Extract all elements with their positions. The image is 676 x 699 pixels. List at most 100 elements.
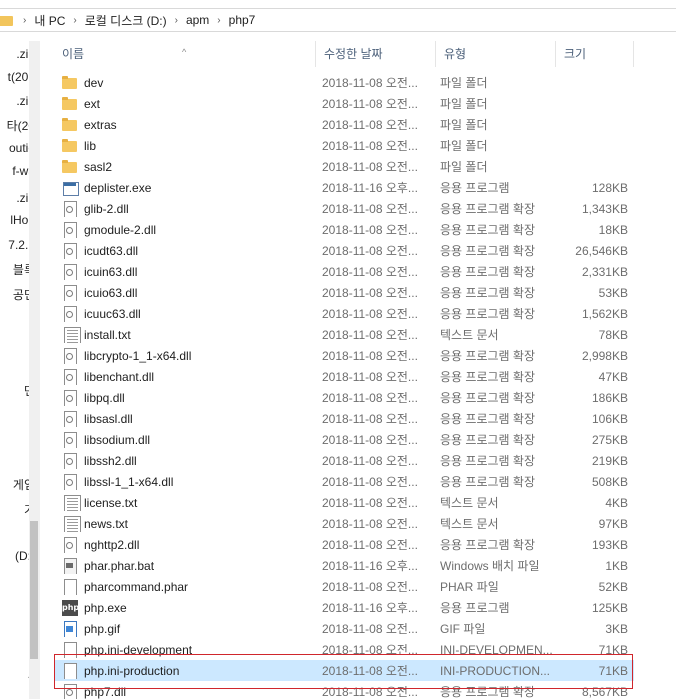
file-type: 응용 프로그램 확장	[440, 685, 535, 699]
file-name-cell[interactable]: news.txt	[54, 515, 316, 532]
column-header-size[interactable]: 크기	[556, 41, 634, 67]
file-row[interactable]: libsasl.dll 2018-11-08 오전... 응용 프로그램 확장 106…	[54, 408, 634, 429]
file-row[interactable]: deplister.exe 2018-11-16 오후... 응용 프로그램 128K…	[54, 177, 634, 198]
file-list[interactable]: dev 2018-11-08 오전... 파일 폴더 ext 2018-11-08 오전…	[54, 72, 634, 699]
chevron-right-icon[interactable]: ›	[175, 15, 178, 26]
file-row[interactable]: php php.exe 2018-11-16 오후... 응용 프로그램 125KB	[54, 597, 634, 618]
chevron-right-icon[interactable]: ›	[73, 15, 76, 26]
file-date: 2018-11-08 오전...	[322, 349, 418, 363]
breadcrumb-item[interactable]: 로컬 디스크 (D:)	[85, 12, 167, 29]
file-size: 1,343KB	[581, 201, 628, 216]
file-name-cell[interactable]: php.gif	[54, 620, 316, 637]
file-row[interactable]: libssl-1_1-x64.dll 2018-11-08 오전... 응용 프로그…	[54, 471, 634, 492]
file-type: 응용 프로그램 확장	[440, 538, 535, 552]
dll-icon	[62, 347, 78, 364]
file-name-cell[interactable]: icuin63.dll	[54, 263, 316, 280]
file-size: 71KB	[598, 663, 628, 678]
file-name: php.gif	[84, 621, 121, 636]
breadcrumb-item[interactable]: 내 PC	[34, 12, 65, 29]
file-name-cell[interactable]: libenchant.dll	[54, 368, 316, 385]
file-row[interactable]: install.txt 2018-11-08 오전... 텍스트 문서 78KB	[54, 324, 634, 345]
file-name-cell[interactable]: php.ini-production	[54, 662, 316, 679]
dll-icon	[62, 431, 78, 448]
file-row[interactable]: nghttp2.dll 2018-11-08 오전... 응용 프로그램 확장 193…	[54, 534, 634, 555]
file-name-cell[interactable]: php.ini-development	[54, 641, 316, 658]
file-date: 2018-11-08 오전...	[322, 307, 418, 321]
file-row[interactable]: sasl2 2018-11-08 오전... 파일 폴더	[54, 156, 634, 177]
file-name-cell[interactable]: pharcommand.phar	[54, 578, 316, 595]
file-row[interactable]: lib 2018-11-08 오전... 파일 폴더	[54, 135, 634, 156]
file-type: 파일 폴더	[440, 118, 488, 132]
chevron-right-icon[interactable]: ›	[217, 15, 220, 26]
file-name-cell[interactable]: ext	[54, 96, 316, 112]
file-row[interactable]: dev 2018-11-08 오전... 파일 폴더	[54, 72, 634, 93]
file-row[interactable]: pharcommand.phar 2018-11-08 오전... PHAR 파일 5…	[54, 576, 634, 597]
file-row[interactable]: extras 2018-11-08 오전... 파일 폴더	[54, 114, 634, 135]
file-row[interactable]: libpq.dll 2018-11-08 오전... 응용 프로그램 확장 186KB	[54, 387, 634, 408]
file-name-cell[interactable]: php php.exe	[54, 599, 316, 616]
file-name-cell[interactable]: libcrypto-1_1-x64.dll	[54, 347, 316, 364]
file-name-cell[interactable]: icuio63.dll	[54, 284, 316, 301]
file-name-cell[interactable]: libsasl.dll	[54, 410, 316, 427]
txt-icon	[62, 326, 81, 343]
file-name-cell[interactable]: libssh2.dll	[54, 452, 316, 469]
file-name-cell[interactable]: sasl2	[54, 159, 316, 175]
file-name-cell[interactable]: extras	[54, 117, 316, 133]
file-name: libpq.dll	[84, 390, 125, 405]
nav-scrollbar-thumb[interactable]	[30, 521, 38, 659]
breadcrumb-item[interactable]: apm	[186, 13, 209, 27]
file-row[interactable]: icuio63.dll 2018-11-08 오전... 응용 프로그램 확장 53K…	[54, 282, 634, 303]
file-row[interactable]: libenchant.dll 2018-11-08 오전... 응용 프로그램 확장…	[54, 366, 634, 387]
file-name-cell[interactable]: glib-2.dll	[54, 200, 316, 217]
file-name: sasl2	[84, 159, 113, 174]
file-name-cell[interactable]: php7.dll	[54, 683, 316, 699]
file-name-cell[interactable]: icudt63.dll	[54, 242, 316, 259]
file-row[interactable]: libssh2.dll 2018-11-08 오전... 응용 프로그램 확장 219…	[54, 450, 634, 471]
file-row[interactable]: license.txt 2018-11-08 오전... 텍스트 문서 4KB	[54, 492, 634, 513]
file-row[interactable]: libsodium.dll 2018-11-08 오전... 응용 프로그램 확장 2…	[54, 429, 634, 450]
file-row[interactable]: php7.dll 2018-11-08 오전... 응용 프로그램 확장 8,567K…	[54, 681, 634, 699]
file-row[interactable]: icuin63.dll 2018-11-08 오전... 응용 프로그램 확장 2,3…	[54, 261, 634, 282]
column-header-name[interactable]: 이름 ^	[54, 41, 316, 67]
file-name-cell[interactable]: lib	[54, 138, 316, 154]
file-row[interactable]: glib-2.dll 2018-11-08 오전... 응용 프로그램 확장 1,34…	[54, 198, 634, 219]
file-name-cell[interactable]: nghttp2.dll	[54, 536, 316, 553]
file-row[interactable]: phar.phar.bat 2018-11-16 오후... Windows 배치 …	[54, 555, 634, 576]
file-row[interactable]: icuuc63.dll 2018-11-08 오전... 응용 프로그램 확장 1,5…	[54, 303, 634, 324]
file-name-cell[interactable]: phar.phar.bat	[54, 557, 316, 574]
file-name-cell[interactable]: gmodule-2.dll	[54, 221, 316, 238]
sort-up-icon: ^	[182, 47, 187, 57]
file-name-cell[interactable]: deplister.exe	[54, 180, 316, 196]
file-name-cell[interactable]: libpq.dll	[54, 389, 316, 406]
file-name-cell[interactable]: libsodium.dll	[54, 431, 316, 448]
file-type: 텍스트 문서	[440, 328, 499, 342]
file-name-cell[interactable]: license.txt	[54, 494, 316, 511]
file-name-cell[interactable]: icuuc63.dll	[54, 305, 316, 322]
address-bar[interactable]: › 내 PC › 로컬 디스크 (D:) › apm › php7	[0, 0, 676, 41]
file-size: 106KB	[591, 411, 628, 426]
column-header: 이름 ^ 수정한 날짜 유형 크기	[54, 41, 676, 67]
file-size: 47KB	[598, 369, 628, 384]
file-row[interactable]: php.gif 2018-11-08 오전... GIF 파일 3KB	[54, 618, 634, 639]
file-row[interactable]: ext 2018-11-08 오전... 파일 폴더	[54, 93, 634, 114]
file-date: 2018-11-08 오전...	[322, 412, 418, 426]
file-row[interactable]: libcrypto-1_1-x64.dll 2018-11-08 오전... 응용 …	[54, 345, 634, 366]
file-name-cell[interactable]: dev	[54, 75, 316, 91]
column-header-type[interactable]: 유형	[436, 41, 556, 67]
file-name-cell[interactable]: libssl-1_1-x64.dll	[54, 473, 316, 490]
file-type: INI-DEVELOPMEN...	[440, 642, 553, 657]
file-row[interactable]: news.txt 2018-11-08 오전... 텍스트 문서 97KB	[54, 513, 634, 534]
file-row[interactable]: icudt63.dll 2018-11-08 오전... 응용 프로그램 확장 26,…	[54, 240, 634, 261]
file-size: 26,546KB	[575, 243, 628, 258]
dll-icon	[62, 221, 78, 238]
file-size: 4KB	[605, 495, 628, 510]
file-row[interactable]: php.ini-development 2018-11-08 오전... INI-D…	[54, 639, 634, 660]
file-name-cell[interactable]: install.txt	[54, 326, 316, 343]
dll-icon	[62, 536, 78, 553]
breadcrumb-item[interactable]: php7	[229, 13, 256, 27]
nav-scrollbar[interactable]	[29, 41, 39, 699]
file-row[interactable]: php.ini-production 2018-11-08 오전... INI-PR…	[54, 660, 634, 681]
column-header-date[interactable]: 수정한 날짜	[316, 41, 436, 67]
file-size: 8,567KB	[581, 684, 628, 699]
file-row[interactable]: gmodule-2.dll 2018-11-08 오전... 응용 프로그램 확장 1…	[54, 219, 634, 240]
